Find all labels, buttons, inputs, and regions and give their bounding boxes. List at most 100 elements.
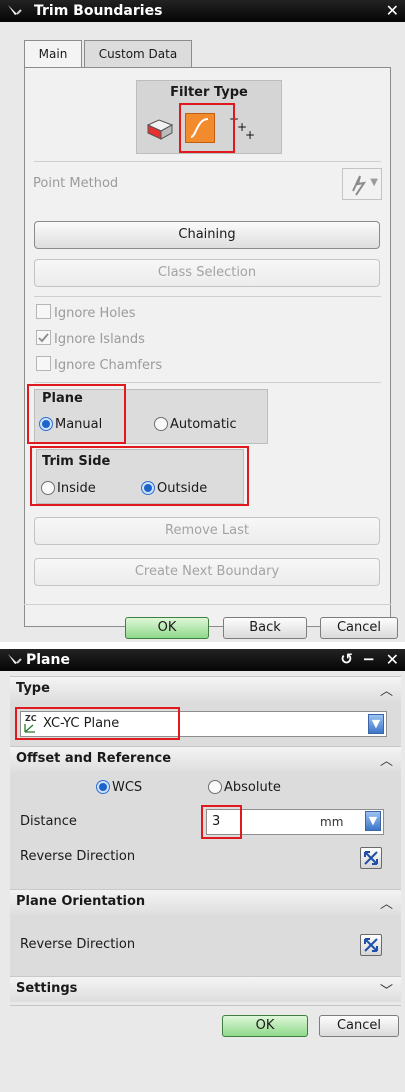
plane-dialog: Plane ↺ − ✕ Type ︿ ZC XC-YC Plane ▼ Offs… <box>0 649 405 1092</box>
absolute-radio[interactable]: Absolute <box>208 779 281 797</box>
class-selection-label: Class Selection <box>157 265 257 280</box>
remove-last-label: Remove Last <box>165 523 249 538</box>
checkbox-icon <box>36 304 51 319</box>
chaining-button[interactable]: Chaining <box>34 221 380 249</box>
tab-main[interactable]: Main <box>24 40 82 69</box>
divider <box>34 382 381 383</box>
manual-radio[interactable]: Manual <box>39 416 102 434</box>
absolute-label: Absolute <box>224 780 281 795</box>
radio-icon <box>208 780 222 794</box>
point-method-icon <box>352 175 367 196</box>
face-filter-icon[interactable] <box>145 113 175 143</box>
point-method-dropdown[interactable]: ▼ <box>342 168 382 200</box>
chaining-label: Chaining <box>178 227 236 242</box>
reverse-direction-label: Reverse Direction <box>20 849 136 864</box>
dropdown-arrow-icon: ▼ <box>368 714 384 734</box>
reverse-direction-icon <box>364 851 378 865</box>
type-value: XC-YC Plane <box>43 716 120 731</box>
orientation-reverse-label: Reverse Direction <box>20 937 136 952</box>
ignore-islands-checkbox[interactable]: Ignore Islands <box>36 330 145 348</box>
automatic-radio[interactable]: Automatic <box>154 416 237 434</box>
ok-button[interactable]: OK <box>222 1015 308 1037</box>
tab-custom-data-label: Custom Data <box>98 47 178 61</box>
plane-tool-icon <box>8 654 22 664</box>
type-dropdown[interactable]: ZC XC-YC Plane ▼ <box>20 711 387 737</box>
ignore-chamfers-label: Ignore Chamfers <box>54 358 163 373</box>
chevron-up-icon: ︿ <box>379 897 393 912</box>
dialog-title: Plane <box>26 652 70 668</box>
automatic-label: Automatic <box>170 417 237 432</box>
trim-boundaries-dialog: Trim Boundaries ✕ Main Custom Data Filte… <box>0 0 405 642</box>
remove-last-button[interactable]: Remove Last <box>34 517 380 545</box>
chevron-up-icon: ︿ <box>379 754 393 769</box>
orientation-section-header[interactable]: Plane Orientation ︿ <box>10 889 401 915</box>
chevron-down-icon: ▼ <box>370 177 378 188</box>
dialog-title: Trim Boundaries <box>34 3 163 19</box>
ignore-chamfers-checkbox[interactable]: Ignore Chamfers <box>36 356 162 374</box>
cancel-label: Cancel <box>336 1018 382 1033</box>
distance-field[interactable]: 3 mm ▼ <box>206 809 384 835</box>
tab-main-label: Main <box>38 47 68 61</box>
tab-custom-data[interactable]: Custom Data <box>84 40 192 67</box>
manual-label: Manual <box>55 417 103 432</box>
curve-icon <box>190 118 209 138</box>
svg-text:+: + <box>245 128 255 142</box>
radio-selected-icon <box>141 481 155 495</box>
trim-tool-icon <box>8 5 22 15</box>
class-selection-button[interactable]: Class Selection <box>34 259 380 287</box>
points-filter-icon[interactable]: + + + <box>227 111 261 145</box>
offset-section-label: Offset and Reference <box>16 751 172 766</box>
outside-label: Outside <box>157 481 208 496</box>
cancel-button[interactable]: Cancel <box>320 617 398 639</box>
ignore-holes-checkbox[interactable]: Ignore Holes <box>36 304 136 322</box>
wcs-radio[interactable]: WCS <box>96 779 142 797</box>
ok-label: OK <box>157 620 177 635</box>
type-section-header[interactable]: Type ︿ <box>10 676 401 702</box>
create-next-boundary-button[interactable]: Create Next Boundary <box>34 558 380 586</box>
distance-value: 3 <box>212 814 221 829</box>
divider <box>34 296 381 297</box>
type-section-label: Type <box>16 681 50 696</box>
filter-type-label: Filter Type <box>170 85 248 100</box>
cancel-label: Cancel <box>336 620 382 635</box>
title-bar[interactable]: Plane ↺ − ✕ <box>0 649 405 671</box>
wcs-label: WCS <box>112 780 143 795</box>
unit-label: mm <box>320 815 344 829</box>
settings-section-header[interactable]: Settings ﹀ <box>10 976 401 1002</box>
trim-side-title: Trim Side <box>42 454 111 469</box>
distance-label: Distance <box>20 814 77 829</box>
radio-icon <box>154 417 168 431</box>
create-next-boundary-label: Create Next Boundary <box>134 564 280 579</box>
checkbox-icon <box>36 356 51 371</box>
back-button[interactable]: Back <box>223 617 307 639</box>
curve-filter-button[interactable] <box>185 113 215 143</box>
divider <box>34 161 381 162</box>
filter-type-group: Filter Type + + + <box>136 80 282 154</box>
close-icon[interactable]: ✕ <box>386 650 399 669</box>
minimize-icon[interactable]: − <box>362 650 375 668</box>
cancel-button[interactable]: Cancel <box>319 1015 399 1037</box>
reset-icon[interactable]: ↺ <box>340 650 353 668</box>
outside-radio[interactable]: Outside <box>141 480 207 498</box>
ok-label: OK <box>255 1018 275 1033</box>
orientation-section-label: Plane Orientation <box>16 894 146 909</box>
inside-radio[interactable]: Inside <box>41 480 96 498</box>
checkmark-icon <box>36 330 51 345</box>
point-method-label: Point Method <box>33 176 119 191</box>
title-bar[interactable]: Trim Boundaries ✕ <box>0 0 405 22</box>
reverse-direction-button[interactable] <box>360 847 382 869</box>
offset-section-header[interactable]: Offset and Reference ︿ <box>10 746 401 772</box>
radio-selected-icon <box>39 417 53 431</box>
plane-group-title: Plane <box>42 391 83 406</box>
divider <box>10 1005 401 1006</box>
unit-dropdown-arrow-icon[interactable]: ▼ <box>365 811 381 831</box>
ignore-holes-label: Ignore Holes <box>54 306 136 321</box>
close-icon[interactable]: ✕ <box>386 1 399 20</box>
orientation-reverse-button[interactable] <box>360 934 382 956</box>
divider <box>24 604 391 605</box>
radio-icon <box>41 481 55 495</box>
ok-button[interactable]: OK <box>125 617 209 639</box>
chevron-down-icon: ﹀ <box>379 984 393 999</box>
back-label: Back <box>249 620 281 635</box>
xc-yc-plane-icon <box>24 724 35 733</box>
